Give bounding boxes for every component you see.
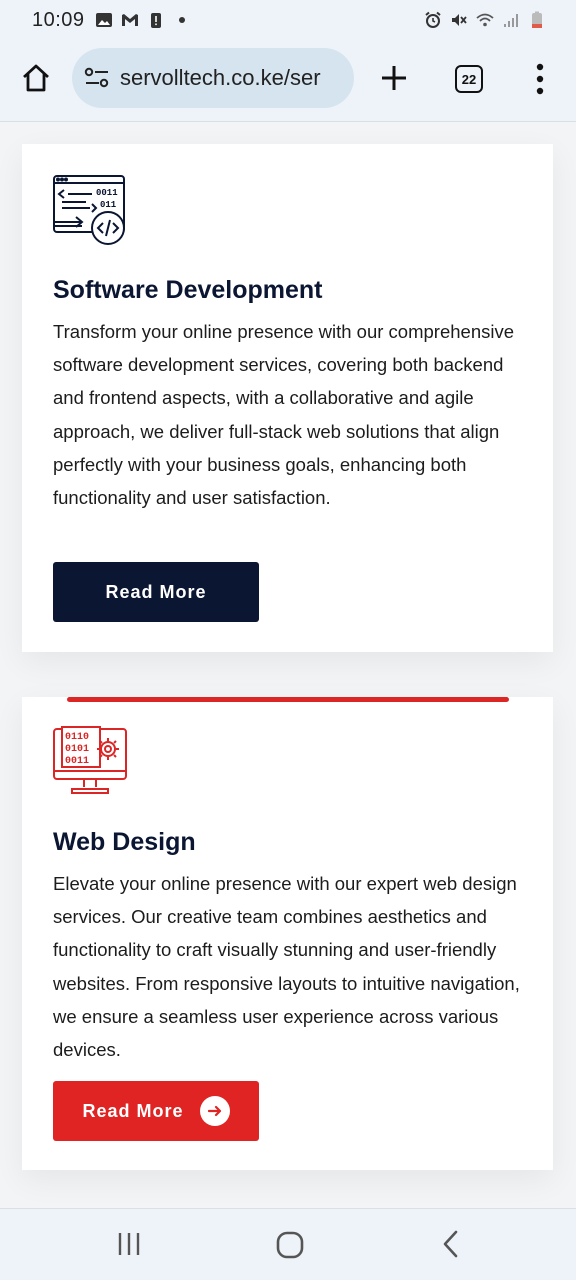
code-icon: 0011 011 xyxy=(53,175,125,245)
tab-count: 22 xyxy=(461,71,477,87)
battery-alert-icon xyxy=(150,13,161,28)
address-bar[interactable]: servolltech.co.ke/ser xyxy=(72,48,354,108)
battery-icon xyxy=(532,11,542,28)
dot-icon xyxy=(178,17,185,23)
notification-icons xyxy=(95,11,191,29)
svg-text:011: 011 xyxy=(100,200,117,210)
read-more-label: Read More xyxy=(82,1100,184,1121)
svg-text:0011: 0011 xyxy=(96,188,118,198)
system-navigation-bar xyxy=(0,1208,576,1280)
svg-text:0101: 0101 xyxy=(65,744,89,755)
read-more-button[interactable]: Read More xyxy=(53,562,259,622)
wifi-icon xyxy=(476,13,494,27)
tab-switcher-button[interactable]: 22 xyxy=(455,65,483,93)
svg-text:0110: 0110 xyxy=(65,732,89,743)
service-description: Transform your online presence with our … xyxy=(53,321,515,509)
active-card-accent xyxy=(67,697,509,702)
read-more-label: Read More xyxy=(105,581,207,602)
arrow-right-icon xyxy=(199,1096,230,1126)
recent-apps-icon[interactable] xyxy=(116,1231,142,1257)
page-content: 0011 011 Software Development Transform … xyxy=(0,122,576,1208)
status-time: 10:09 xyxy=(32,8,85,31)
image-icon xyxy=(95,13,112,27)
svg-text:0011: 0011 xyxy=(65,756,89,767)
service-description: Elevate your online presence with our ex… xyxy=(53,873,520,1061)
home-button-icon[interactable] xyxy=(276,1231,304,1259)
url-text[interactable]: servolltech.co.ke/ser xyxy=(120,65,321,91)
service-card-software-development: 0011 011 Software Development Transform … xyxy=(22,144,553,652)
read-more-button[interactable]: Read More xyxy=(53,1081,259,1141)
service-card-web-design: 0110 0101 0011 Web Design Elevate your o… xyxy=(22,697,553,1170)
new-tab-icon[interactable] xyxy=(378,62,410,94)
status-bar: 10:09 xyxy=(0,0,576,40)
web-design-icon: 0110 0101 0011 xyxy=(53,726,127,794)
system-icons xyxy=(424,11,546,29)
gmail-icon xyxy=(121,14,138,26)
mute-icon xyxy=(452,14,467,26)
home-icon[interactable] xyxy=(20,62,52,94)
browser-toolbar: servolltech.co.ke/ser 22 xyxy=(0,40,576,122)
status-left: 10:09 xyxy=(32,9,191,32)
site-settings-icon[interactable] xyxy=(84,66,110,90)
back-icon[interactable] xyxy=(440,1229,462,1259)
alarm-icon xyxy=(425,11,441,28)
service-title: Web Design xyxy=(53,828,196,856)
service-title: Software Development xyxy=(53,276,323,304)
signal-icon xyxy=(504,14,518,27)
more-options-icon[interactable] xyxy=(530,62,550,96)
